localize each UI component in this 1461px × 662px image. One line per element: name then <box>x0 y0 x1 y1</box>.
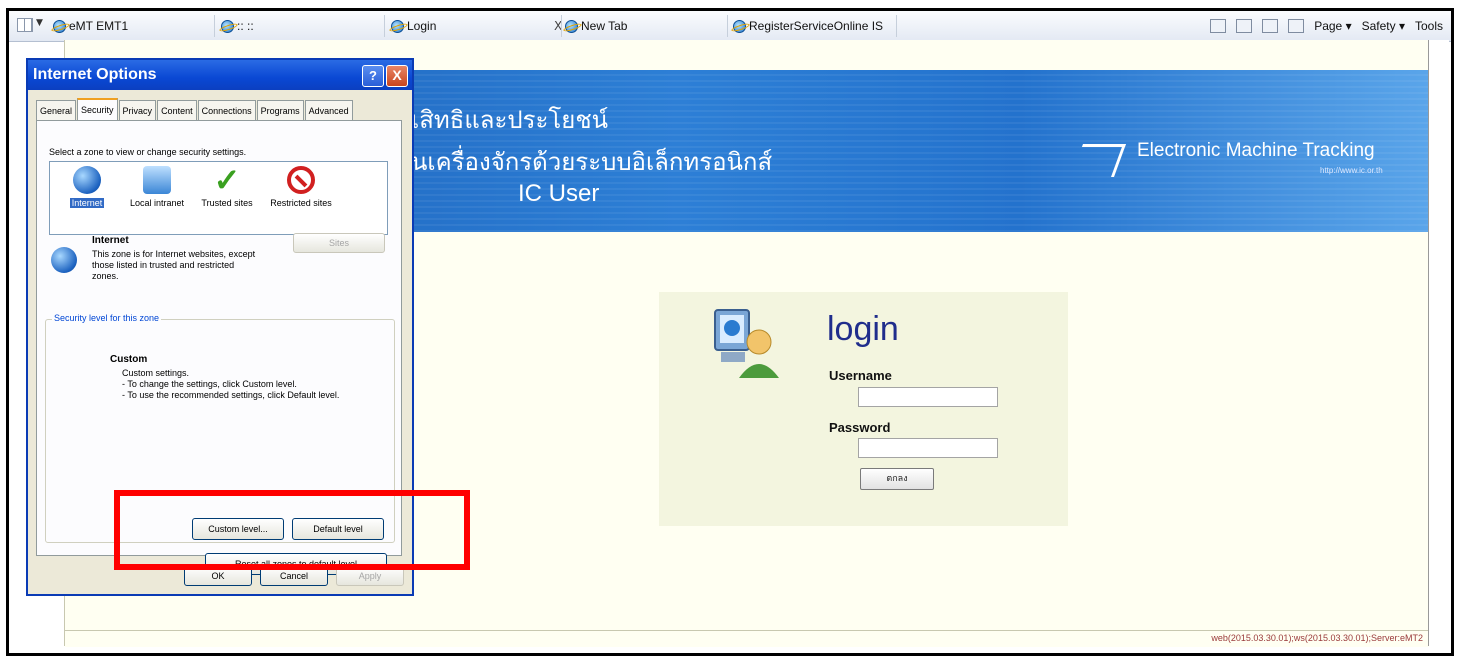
tab-content[interactable]: Content <box>157 100 197 121</box>
level-hint-default: - To use the recommended settings, click… <box>122 390 340 400</box>
version-footer: web(2015.03.30.01);ws(2015.03.30.01);Ser… <box>65 630 1429 647</box>
tab-emt[interactable]: eMT EMT1 <box>53 15 128 37</box>
tab-programs[interactable]: Programs <box>256 100 304 121</box>
tab-bar: ▼ eMT EMT1 :: :: Login X New Tab Registe… <box>9 11 1451 42</box>
ie-icon <box>53 19 66 33</box>
ie-icon <box>391 19 404 33</box>
banner-title-line3: IC User <box>518 180 600 207</box>
brand-name: Electronic Machine Tracking <box>1137 140 1375 161</box>
version-text: web(2015.03.30.01);ws(2015.03.30.01);Ser… <box>1211 633 1423 643</box>
zone-name: Internet <box>92 235 129 246</box>
password-input[interactable] <box>858 438 998 458</box>
level-name: Custom <box>110 354 148 365</box>
intranet-icon <box>143 166 171 194</box>
help-button[interactable]: ? <box>362 65 384 87</box>
dialog-title: Internet Options <box>33 66 157 83</box>
zone-local-intranet[interactable]: Local intranet <box>122 166 192 208</box>
mail-icon[interactable] <box>1262 19 1279 33</box>
level-hint-custom: - To change the settings, click Custom l… <box>122 379 297 389</box>
zone-prompt: Select a zone to view or change security… <box>49 147 247 157</box>
tab-register[interactable]: RegisterServiceOnline IS <box>733 15 883 37</box>
tab-general[interactable]: General <box>36 100 77 121</box>
banner-title-line1: เสิทธิและประโยชน์ <box>411 106 609 134</box>
check-icon: ✓ <box>213 162 241 198</box>
tab-connections[interactable]: Connections <box>197 100 256 121</box>
tab-privacy[interactable]: Privacy <box>118 100 157 121</box>
ie-icon <box>221 19 234 33</box>
security-level-legend: Security level for this zone <box>52 313 162 323</box>
scrollbar[interactable] <box>1428 40 1449 646</box>
level-description: Custom settings. <box>122 368 190 378</box>
tab-advanced[interactable]: Advanced <box>304 100 353 121</box>
login-title: login <box>827 310 899 348</box>
sites-button[interactable]: Sites <box>293 233 385 253</box>
ie-icon <box>565 19 578 33</box>
tab-list-dropdown-icon[interactable]: ▼ <box>36 18 43 28</box>
feeds-icon[interactable] <box>1236 19 1253 33</box>
zone-trusted-sites[interactable]: ✓ Trusted sites <box>192 162 262 208</box>
no-entry-icon <box>287 166 315 194</box>
login-panel: login Username Password ตกลง <box>659 292 1068 526</box>
globe-icon <box>51 247 77 273</box>
brand-url: http://www.ic.or.th <box>1320 166 1383 175</box>
safety-menu[interactable]: Safety ▾ <box>1362 19 1405 33</box>
print-icon[interactable] <box>1288 19 1305 33</box>
quick-tabs-icon[interactable] <box>17 18 33 32</box>
dialog-tabs: General Security Privacy Content Connect… <box>36 98 353 123</box>
tools-menu[interactable]: Tools <box>1415 19 1443 33</box>
dialog-title-bar[interactable]: Internet Options <box>28 60 412 90</box>
ie-icon <box>733 19 746 33</box>
tab-login[interactable]: Login <box>391 15 436 37</box>
highlight-annotation-box <box>114 490 470 570</box>
username-label: Username <box>829 368 892 383</box>
user-computer-icon <box>714 309 779 378</box>
globe-icon <box>73 166 101 194</box>
zone-internet[interactable]: Internet <box>52 166 122 208</box>
tab-blank[interactable]: :: :: <box>221 15 254 37</box>
close-button[interactable]: X <box>386 65 408 87</box>
zone-description: This zone is for Internet websites, exce… <box>92 249 256 281</box>
password-label: Password <box>829 420 891 435</box>
login-submit-button[interactable]: ตกลง <box>860 468 934 490</box>
banner-title-line2: นเครื่องจักรด้วยระบบอิเล็กทรอนิกส์ <box>411 148 773 176</box>
tab-new[interactable]: New Tab <box>565 15 627 37</box>
home-icon[interactable] <box>1210 19 1227 33</box>
page-menu[interactable]: Page ▾ <box>1314 19 1351 33</box>
zone-list: Internet Local intranet ✓ Trusted sites … <box>49 161 388 235</box>
username-input[interactable] <box>858 387 998 407</box>
zone-restricted-sites[interactable]: Restricted sites <box>270 166 332 208</box>
command-bar: Page ▾ Safety ▾ Tools <box>1210 15 1443 37</box>
